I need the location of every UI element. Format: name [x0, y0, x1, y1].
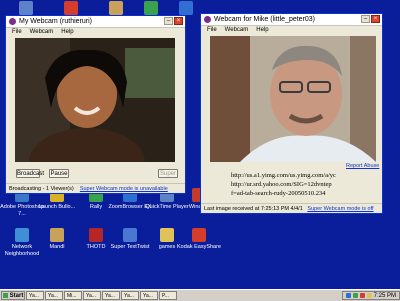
app-icon: [19, 1, 33, 15]
super-webcam-link[interactable]: Super Webcam mode is unavailable: [80, 186, 168, 192]
window-title: Webcam for Mike (little_peter03): [214, 16, 316, 23]
minimize-button[interactable]: –: [164, 17, 173, 25]
app-icon: [144, 1, 158, 15]
start-label: Start: [9, 292, 24, 299]
thotd-icon: [89, 228, 103, 242]
super-webcam-link[interactable]: Super Webcam mode is off: [307, 206, 373, 212]
menubar: File Webcam Help: [201, 26, 382, 35]
taskbar-item[interactable]: Ya...: [45, 291, 63, 300]
windows-logo-icon: [2, 293, 8, 298]
url-line-2: http://ur.srd.yahoo.com/SIG=12dvntep: [231, 181, 332, 188]
window-title: My Webcam (ruthieruri): [19, 18, 92, 25]
menu-help[interactable]: Help: [256, 26, 268, 35]
window-controls: – ×: [361, 15, 380, 23]
yahoo-icon: [9, 18, 16, 25]
menu-file[interactable]: File: [12, 28, 22, 37]
status-bar: Broadcasting - 1 Viewer(s) Super Webcam …: [6, 183, 185, 193]
menu-help[interactable]: Help: [61, 28, 73, 37]
close-button[interactable]: ×: [371, 15, 380, 23]
system-tray: 7:25 PM: [341, 291, 400, 300]
texttwist-icon: [123, 228, 137, 242]
webcam-video-feed: [15, 38, 175, 162]
last-image-status: Last image received at 7:25:13 PM 4/4/1: [204, 206, 303, 212]
my-webcam-window: My Webcam (ruthieruri) – × File Webcam H…: [5, 15, 186, 194]
taskbar: Start Ya... Ya... Mi... Ya... Ya... Ya..…: [0, 289, 400, 301]
url-line-1: http://us.a1.yimg.com/us.yimg.com/a/yc: [231, 172, 336, 179]
menu-webcam[interactable]: Webcam: [30, 28, 54, 37]
folder-icon: [160, 228, 174, 242]
super-button[interactable]: Super: [158, 169, 178, 178]
window-controls: – ×: [164, 17, 183, 25]
taskbar-item[interactable]: Ya...: [102, 291, 120, 300]
kodak-icon: [192, 228, 206, 242]
icon-label: Kodak EasyShare: [176, 244, 222, 250]
window-titlebar[interactable]: My Webcam (ruthieruri) – ×: [6, 16, 185, 28]
url-line-3: f=ad-tab-search-rudy-20050510.234: [231, 190, 326, 197]
report-abuse-link[interactable]: Report Abuse: [346, 162, 379, 171]
webcam-image: [210, 36, 376, 162]
webcam-video-feed: [210, 36, 376, 162]
network-icon: [15, 228, 29, 242]
tray-icon[interactable]: [359, 293, 365, 298]
app-icon: [179, 1, 193, 15]
app-icon: [109, 1, 123, 15]
menubar: File Webcam Help: [6, 28, 185, 37]
tray-icon[interactable]: [366, 293, 372, 298]
tray-icon[interactable]: [352, 293, 358, 298]
taskbar-item[interactable]: Ya...: [121, 291, 139, 300]
taskbar-item[interactable]: Ya...: [26, 291, 44, 300]
menu-webcam[interactable]: Webcam: [225, 26, 249, 35]
taskbar-item[interactable]: Mi...: [64, 291, 82, 300]
close-button[interactable]: ×: [174, 17, 183, 25]
friend-webcam-window: Webcam for Mike (little_peter03) – × Fil…: [200, 13, 383, 214]
app-icon: [64, 1, 78, 15]
desktop-icon-kodak[interactable]: Kodak EasyShare: [176, 228, 222, 251]
broadcast-button[interactable]: Broadcast: [16, 169, 44, 178]
window-titlebar[interactable]: Webcam for Mike (little_peter03) – ×: [201, 14, 382, 26]
yahoo-icon: [204, 16, 211, 23]
broadcast-status: Broadcasting - 1 Viewer(s): [9, 186, 74, 192]
status-bar: Last image received at 7:25:13 PM 4/4/1 …: [201, 203, 382, 213]
pause-button[interactable]: Pause: [49, 169, 69, 178]
taskbar-item[interactable]: Ya...: [140, 291, 158, 300]
taskbar-item[interactable]: Ya...: [83, 291, 101, 300]
mandl-icon: [50, 228, 64, 242]
webcam-image: [15, 38, 175, 162]
clock: 7:25 PM: [373, 292, 396, 299]
minimize-button[interactable]: –: [361, 15, 370, 23]
menu-file[interactable]: File: [207, 26, 217, 35]
taskbar-item[interactable]: P...: [159, 291, 177, 300]
start-button[interactable]: Start: [1, 291, 25, 300]
tray-icon[interactable]: [345, 293, 351, 298]
